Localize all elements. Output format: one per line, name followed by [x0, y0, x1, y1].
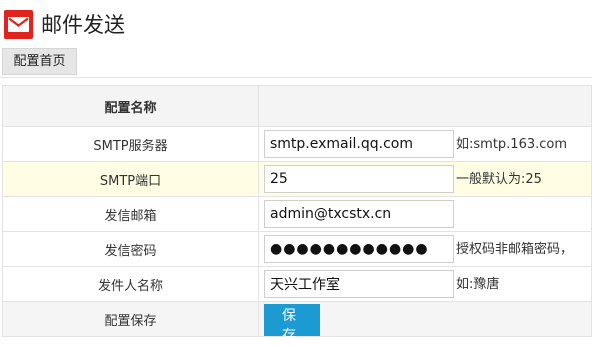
smtp-port-hint: 一般默认为:25	[456, 172, 542, 187]
table-header-row: 配置名称	[2, 85, 592, 127]
page-header: 邮件发送	[0, 0, 592, 46]
header-empty-cell	[258, 85, 592, 127]
row-label-sender-email: 发信邮箱	[2, 196, 259, 232]
smtp-server-hint: 如:smtp.163.com	[456, 137, 568, 152]
sender-name-hint: 如:豫唐	[456, 277, 500, 292]
divider	[0, 77, 592, 78]
tab-config-home[interactable]: 配置首页	[2, 48, 77, 75]
row-label-smtp-server: SMTP服务器	[2, 126, 259, 162]
table-row: 发信密码 授权码非邮箱密码，	[2, 231, 592, 267]
save-button[interactable]: 保存	[264, 304, 320, 344]
password-hint: 授权码非邮箱密码，	[456, 242, 574, 257]
row-label-smtp-port: SMTP端口	[2, 161, 259, 197]
table-row: 发件人名称 如:豫唐	[2, 266, 592, 302]
row-label-save: 配置保存	[2, 301, 259, 337]
row-label-password: 发信密码	[2, 231, 259, 267]
mail-icon	[4, 10, 33, 39]
sender-email-input[interactable]	[264, 200, 454, 228]
config-table: 配置名称 SMTP服务器 如:smtp.163.com SMTP端口 一般默认为…	[2, 85, 592, 344]
sender-name-input[interactable]	[264, 270, 454, 298]
row-label-sender-name: 发件人名称	[2, 266, 259, 302]
table-row: SMTP服务器 如:smtp.163.com	[2, 126, 592, 162]
smtp-server-input[interactable]	[264, 130, 454, 158]
page-title: 邮件发送	[41, 13, 125, 37]
table-row: 发信邮箱	[2, 196, 592, 232]
table-row: 配置保存 保存	[2, 301, 592, 344]
password-input[interactable]	[264, 235, 454, 263]
table-row: SMTP端口 一般默认为:25	[2, 161, 592, 197]
header-config-name: 配置名称	[2, 85, 259, 127]
smtp-port-input[interactable]	[264, 165, 454, 193]
